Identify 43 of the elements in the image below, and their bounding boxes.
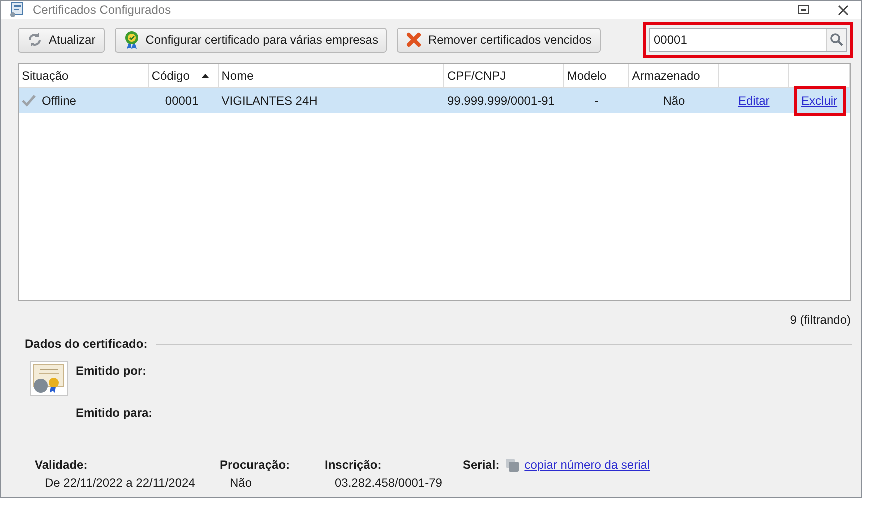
column-header[interactable]: Nome [222, 66, 254, 84]
field-value: 03.282.458/0001-79 [334, 475, 444, 492]
issued-by-label: Emitido por: [76, 363, 148, 380]
copy-serial-link[interactable]: copiar número da serial [524, 456, 650, 474]
table-cell-text: VIGILANTES 24H [222, 92, 318, 110]
toolbar-button[interactable]: Atualizar [18, 28, 105, 52]
delete-link[interactable]: Excluir [794, 86, 846, 116]
window-title: Certificados Configurados [33, 2, 172, 19]
field-label: Procuração: [220, 457, 292, 474]
serial-label: Serial: [463, 457, 500, 474]
certificate-icon [30, 361, 68, 396]
field-value: De 22/11/2022 a 22/11/2024 [44, 475, 196, 492]
column-header[interactable]: CPF/CNPJ [447, 66, 506, 84]
edit-link[interactable]: Editar [738, 92, 770, 110]
field-value: Não [229, 475, 254, 492]
column-header[interactable]: Código [152, 66, 190, 84]
toolbar-button[interactable]: Remover certificados vencidos [397, 28, 601, 52]
copy-icon [506, 458, 519, 472]
field-label: Validade: [35, 457, 89, 474]
refresh-icon [27, 32, 43, 48]
table-cell-text: 00001 [165, 92, 199, 110]
search-field[interactable]: 00001 [649, 28, 847, 52]
section-title: Dados do certificado: [25, 336, 148, 353]
remove-icon [406, 32, 422, 48]
restore-icon[interactable] [798, 5, 810, 15]
table-cell-text: 99.999.999/0001-91 [448, 92, 555, 110]
column-header[interactable]: Armazenado [632, 66, 700, 84]
table-cell-text: Offline [42, 92, 76, 110]
table-row[interactable]: Offline 00001 VIGILANTES 24H 99.999.999/0001-91 - Não Editar Excluir [19, 88, 850, 113]
field-label: Inscrição: [325, 457, 383, 474]
badge-icon [124, 31, 140, 49]
toolbar-button[interactable]: Configurar certificado para várias empresas [114, 28, 388, 52]
record-count: 9 (filtrando) [790, 312, 851, 329]
issued-to-label: Emitido para: [76, 405, 153, 422]
search-input[interactable]: 00001 [650, 31, 826, 49]
close-icon[interactable] [838, 4, 849, 16]
table-cell-text: Não [663, 92, 686, 110]
table-cell-text: - [594, 92, 599, 110]
certificate-app-icon [9, 2, 25, 18]
search-icon[interactable] [830, 33, 844, 47]
column-header[interactable]: Modelo [567, 66, 607, 84]
column-header[interactable]: Situação [22, 66, 69, 84]
check-icon [22, 94, 36, 106]
